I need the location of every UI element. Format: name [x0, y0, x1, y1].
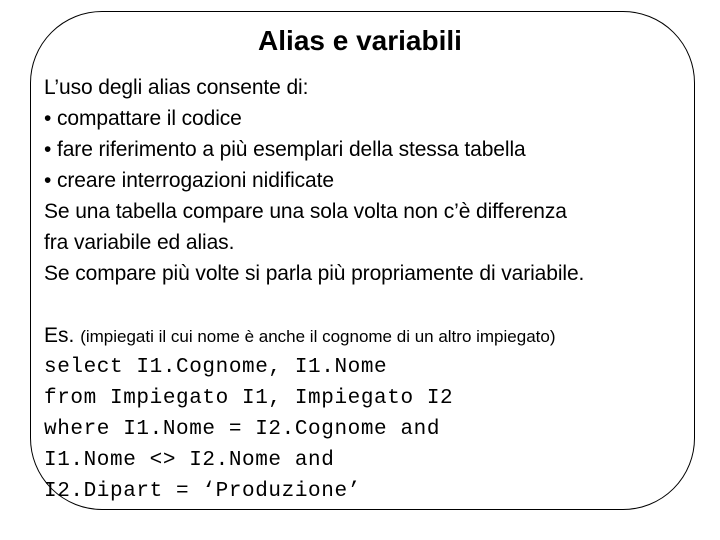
body-line-intro: L’uso degli alias consente di:	[44, 76, 309, 99]
code-line-condition-nome: I1.Nome <> I2.Nome and	[44, 449, 335, 472]
page-title: Alias e variabili	[258, 25, 462, 56]
example-note: (impiegati il cui nome è anche il cognom…	[80, 327, 556, 346]
body-line-variabile: Se compare più volte si parla più propri…	[44, 262, 585, 285]
code-line-from: from Impiegato I1, Impiegato I2	[44, 387, 454, 410]
body-line-differenza-2: fra variabile ed alias.	[44, 231, 235, 254]
bullet-item-nidificate: • creare interrogazioni nidificate	[44, 169, 334, 192]
bullet-item-compattare: • compattare il codice	[44, 107, 242, 130]
code-line-condition-dipart: I2.Dipart = ‘Produzione’	[44, 480, 361, 503]
slide: Alias e variabili L’uso degli alias cons…	[0, 0, 720, 540]
bullet-item-riferimento: • fare riferimento a più esemplari della…	[44, 138, 526, 161]
code-line-select: select I1.Cognome, I1.Nome	[44, 356, 388, 379]
example-heading: Es. (impiegati il cui nome è anche il co…	[44, 320, 694, 352]
body-line-differenza-1: Se una tabella compare una sola volta no…	[44, 200, 567, 223]
example-label: Es.	[44, 324, 75, 347]
code-line-where: where I1.Nome = I2.Cognome and	[44, 418, 441, 441]
slide-content: L’uso degli alias consente di: • compatt…	[44, 72, 694, 507]
